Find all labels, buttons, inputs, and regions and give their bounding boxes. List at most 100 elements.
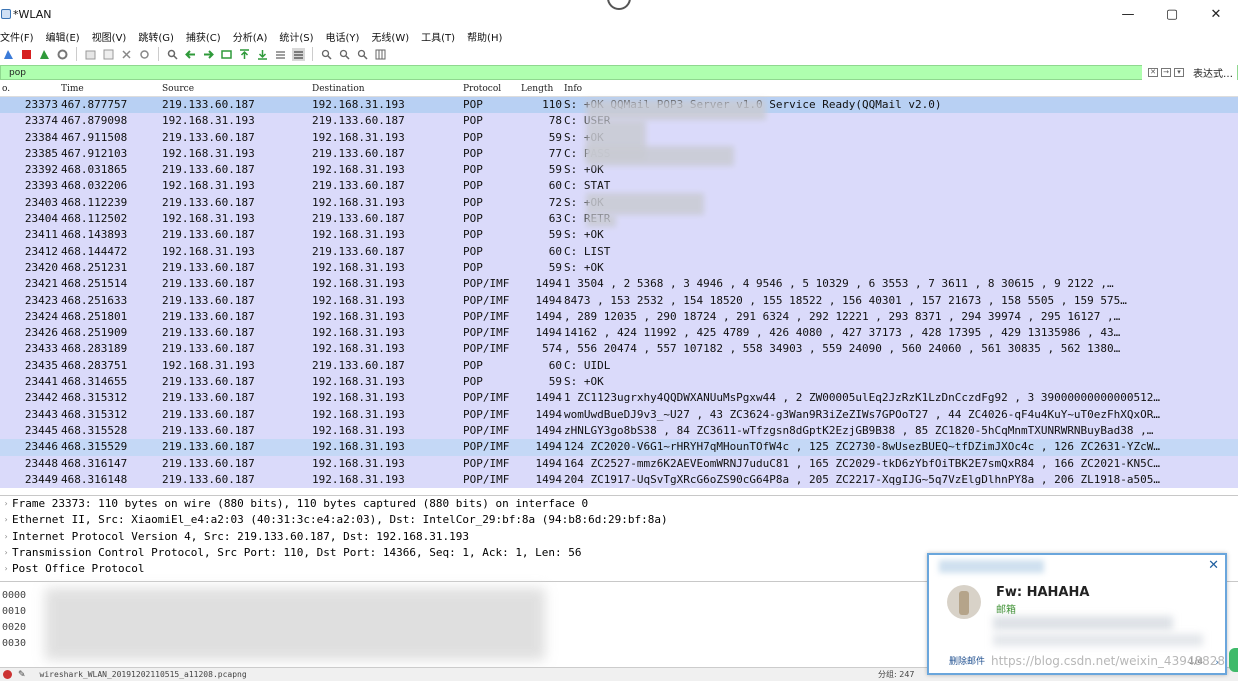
menu-wireless[interactable]: 无线(W): [371, 29, 409, 44]
mail-subject[interactable]: Fw: HAHAHA: [996, 585, 1089, 600]
menu-edit[interactable]: 编辑(E): [46, 29, 80, 44]
cell-dst: 219.133.60.187: [312, 146, 405, 160]
table-row[interactable]: 23433 468.283189 219.133.60.187 192.168.31.…: [0, 341, 1238, 358]
expert-info-icon[interactable]: [3, 670, 12, 679]
close-icon[interactable]: ✕: [1208, 558, 1219, 573]
zoom-in-icon[interactable]: [320, 48, 333, 61]
autoscroll-icon[interactable]: [274, 48, 287, 61]
first-packet-icon[interactable]: [238, 48, 251, 61]
table-row[interactable]: 23449 468.316148 219.133.60.187 192.168.31.…: [0, 471, 1238, 489]
table-row[interactable]: 23448 468.316147 219.133.60.187 192.168.31.…: [0, 455, 1238, 472]
packet-list[interactable]: o. Time Source Destination Protocol Leng…: [0, 82, 1238, 492]
start-capture-icon[interactable]: [2, 48, 15, 61]
zoom-out-icon[interactable]: [338, 48, 351, 61]
cell-no: 23393: [24, 179, 58, 193]
table-row[interactable]: 23445 468.315528 219.133.60.187 192.168.31.…: [0, 422, 1238, 440]
detail-row-ethernet[interactable]: › Ethernet II, Src: XiaomiEl_e4:a2:03 (40…: [0, 512, 1238, 528]
cell-time: 468.315312: [61, 391, 128, 405]
cell-len: 59: [548, 260, 562, 274]
go-back-icon[interactable]: [184, 48, 197, 61]
colorize-icon[interactable]: [292, 47, 305, 61]
table-row[interactable]: 23426 468.251909 219.133.60.187 192.168.31.…: [0, 325, 1238, 342]
cell-dst: 192.168.31.193: [312, 293, 405, 307]
menu-capture[interactable]: 捕获(C): [186, 29, 221, 44]
expand-arrow-icon[interactable]: ›: [0, 545, 12, 561]
reload-icon[interactable]: [138, 48, 151, 61]
menu-tools[interactable]: 工具(T): [421, 29, 455, 44]
table-row[interactable]: 23442 468.315312 219.133.60.187 192.168.31.…: [0, 390, 1238, 407]
go-to-packet-icon[interactable]: [220, 48, 233, 61]
open-file-icon[interactable]: [84, 48, 97, 61]
table-row[interactable]: 23420 468.251231 219.133.60.187 192.168.31.…: [0, 259, 1238, 277]
cell-time: 468.316147: [61, 456, 128, 470]
restart-capture-icon[interactable]: [38, 48, 51, 61]
expand-arrow-icon[interactable]: ›: [0, 496, 12, 512]
table-row[interactable]: 23441 468.314655 219.133.60.187 192.168.31.…: [0, 374, 1238, 391]
cell-time: 468.032206: [61, 179, 128, 193]
table-row[interactable]: 23424 468.251801 219.133.60.187 192.168.31.…: [0, 308, 1238, 326]
table-row[interactable]: 23423 468.251633 219.133.60.187 192.168.31.…: [0, 292, 1238, 309]
expand-arrow-icon[interactable]: ›: [0, 529, 12, 545]
col-destination[interactable]: Destination: [312, 84, 365, 94]
menu-statistics[interactable]: 统计(S): [279, 29, 313, 44]
cell-no: 23426: [24, 326, 58, 340]
stop-capture-icon[interactable]: [20, 48, 33, 61]
cell-dst: 192.168.31.193: [312, 326, 405, 340]
minimize-button[interactable]: —: [1106, 0, 1150, 28]
filter-dropdown-icon[interactable]: ▾: [1174, 68, 1184, 77]
detail-row-ip[interactable]: › Internet Protocol Version 4, Src: 219.1…: [0, 529, 1238, 545]
cell-info: S: +OK: [564, 260, 604, 274]
menu-file[interactable]: 文件(F): [0, 29, 34, 44]
find-packet-icon[interactable]: [166, 48, 179, 61]
expand-arrow-icon[interactable]: ›: [0, 512, 12, 528]
save-file-icon[interactable]: [102, 48, 115, 61]
delete-mail-link[interactable]: 删除邮件: [949, 654, 985, 667]
cell-src: 219.133.60.187: [162, 130, 255, 144]
cell-dst: 192.168.31.193: [312, 309, 405, 323]
close-button[interactable]: ✕: [1194, 0, 1238, 28]
last-packet-icon[interactable]: [256, 48, 269, 61]
close-file-icon[interactable]: [120, 48, 133, 61]
capture-options-icon[interactable]: [56, 48, 69, 61]
cell-info: 8473 , 153 2532 , 154 18520 , 155 18522 …: [564, 293, 1127, 307]
display-filter-bar[interactable]: pop ✕ → ▾ 表达式…: [0, 65, 1238, 80]
menu-go[interactable]: 跳转(G): [138, 29, 174, 44]
normal-size-icon[interactable]: [356, 48, 369, 61]
cell-src: 192.168.31.193: [162, 114, 255, 128]
menu-telephony[interactable]: 电话(Y): [326, 29, 360, 44]
cell-info: S: +OK: [564, 375, 604, 389]
go-forward-icon[interactable]: [202, 48, 215, 61]
table-row[interactable]: 23412 468.144472 192.168.31.193 219.133.60.…: [0, 243, 1238, 260]
resize-columns-icon[interactable]: [374, 48, 387, 61]
cell-info: 14162 , 424 11992 , 425 4789 , 426 4080 …: [564, 326, 1121, 340]
cell-no: 23445: [24, 423, 58, 437]
display-filter-input[interactable]: pop: [9, 68, 26, 78]
table-row[interactable]: 23446 468.315529 219.133.60.187 192.168.31.…: [0, 439, 1238, 456]
col-source[interactable]: Source: [162, 84, 194, 94]
table-row[interactable]: 23435 468.283751 192.168.31.193 219.133.60.…: [0, 357, 1238, 375]
col-protocol[interactable]: Protocol: [463, 84, 501, 94]
menu-analyze[interactable]: 分析(A): [233, 29, 268, 44]
table-row[interactable]: 23443 468.315312 219.133.60.187 192.168.31.…: [0, 406, 1238, 423]
cell-len: 59: [548, 130, 562, 144]
col-info[interactable]: Info: [564, 84, 582, 94]
main-toolbar: [0, 44, 1238, 64]
cell-proto: POP/IMF: [463, 423, 510, 437]
expression-button[interactable]: 表达式…: [1193, 65, 1233, 80]
menu-view[interactable]: 视图(V): [92, 29, 127, 44]
col-no[interactable]: o.: [2, 84, 10, 94]
menu-help[interactable]: 帮助(H): [467, 29, 502, 44]
apply-filter-icon[interactable]: →: [1161, 68, 1171, 77]
cell-time: 468.251231: [61, 260, 128, 274]
expand-arrow-icon[interactable]: ›: [0, 561, 12, 577]
edit-comment-icon[interactable]: ✎: [18, 670, 26, 680]
cell-time: 468.251909: [61, 326, 128, 340]
clear-filter-icon[interactable]: ✕: [1148, 68, 1158, 77]
maximize-button[interactable]: ▢: [1150, 0, 1194, 28]
col-time[interactable]: Time: [61, 84, 84, 94]
detail-row-frame[interactable]: › Frame 23373: 110 bytes on wire (880 bit…: [0, 496, 1238, 512]
table-row[interactable]: 23411 468.143893 219.133.60.187 192.168.31.…: [0, 227, 1238, 244]
table-row[interactable]: 23421 468.251514 219.133.60.187 192.168.31.…: [0, 276, 1238, 293]
col-length[interactable]: Length: [521, 84, 553, 94]
capture-file-name: wireshark_WLAN_20191202110515_a11208.pca…: [39, 670, 247, 679]
